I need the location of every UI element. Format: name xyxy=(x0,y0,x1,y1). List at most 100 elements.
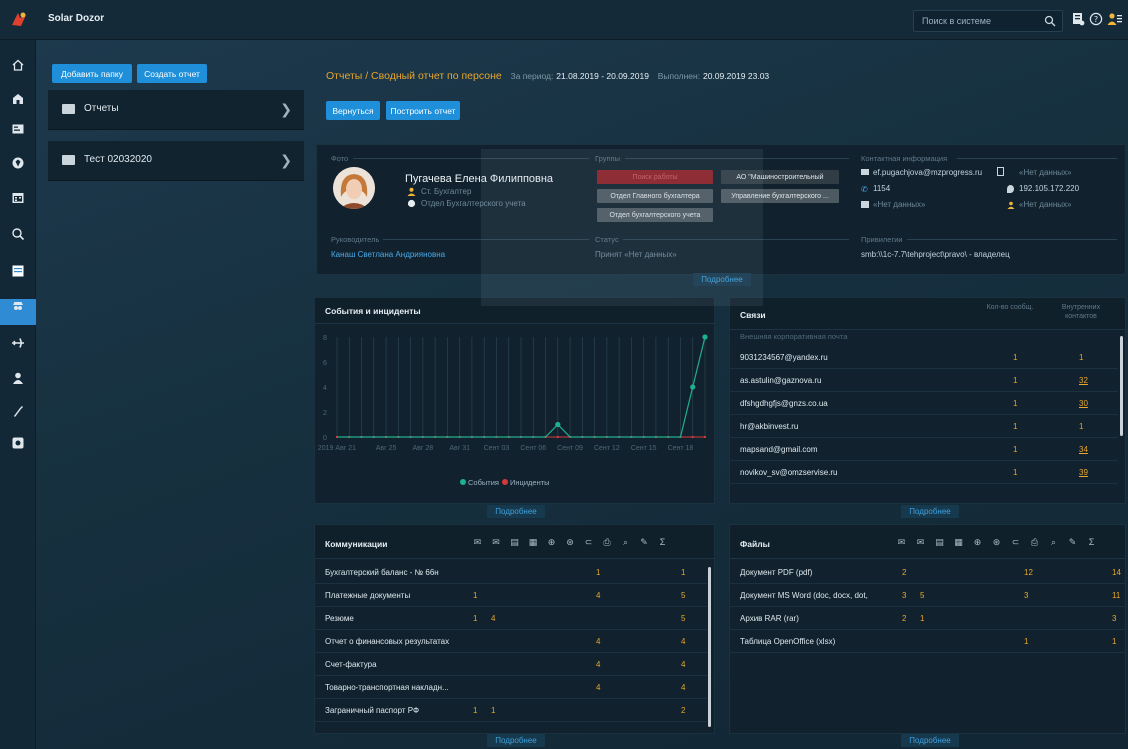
build-report-button[interactable]: Построить отчет xyxy=(386,101,460,120)
links-more-link[interactable]: Подробнее xyxy=(901,505,959,518)
spy-icon[interactable] xyxy=(9,297,27,315)
folder-icon xyxy=(62,104,75,114)
contact-email[interactable]: ef.pugachjova@mzprogress.ru xyxy=(873,168,982,177)
doc-icon[interactable]: ▤ xyxy=(510,538,519,547)
search-icon[interactable] xyxy=(9,225,27,243)
folder-item-test[interactable]: Тест 02032020 ❯ xyxy=(48,141,304,181)
internal-contacts[interactable]: 39 xyxy=(1079,468,1088,477)
plane-icon[interactable] xyxy=(9,334,27,352)
row-count: 4 xyxy=(681,660,686,669)
search-icon[interactable] xyxy=(1044,15,1056,27)
users-icon[interactable] xyxy=(9,369,27,387)
tools-icon[interactable] xyxy=(9,402,27,420)
usb-icon[interactable]: ⊂ xyxy=(1011,538,1020,547)
search-input[interactable]: Поиск в системе xyxy=(913,10,1063,32)
internal-contacts[interactable]: 32 xyxy=(1079,376,1088,385)
table-row[interactable]: dfshgdhgfjs@gnzs.co.ua 1 30 xyxy=(730,392,1118,415)
row-name: Резюме xyxy=(325,614,354,623)
print-icon[interactable]: ▦ xyxy=(954,538,963,547)
row-count: 5 xyxy=(681,591,686,600)
web-icon[interactable]: ⊕ xyxy=(547,538,556,547)
manager-link[interactable]: Канаш Светлана Андрияновна xyxy=(331,250,445,259)
user-menu-icon[interactable] xyxy=(1107,12,1123,28)
row-count: 1 xyxy=(1024,637,1029,646)
table-row[interactable]: Документ MS Word (doc, docx, dot, 3 5 3 11 xyxy=(730,584,1126,607)
table-row[interactable]: Счет-фактура 4 4 xyxy=(315,653,707,676)
edit-icon[interactable]: ✎ xyxy=(1068,538,1077,547)
links-panel: Связи Кол-во сообщ. Внутренних контактов… xyxy=(729,297,1126,504)
table-row[interactable]: mapsand@gmail.com 1 34 xyxy=(730,438,1118,461)
period-label: За период: xyxy=(510,71,554,81)
table-row[interactable]: Таблица OpenOffice (xlsx) 1 1 xyxy=(730,630,1126,653)
folder-item-reports[interactable]: Отчеты ❯ xyxy=(48,90,304,130)
events-more-link[interactable]: Подробнее xyxy=(487,505,545,518)
sum-icon[interactable]: Σ xyxy=(1087,538,1096,547)
edit-icon[interactable]: ✎ xyxy=(640,538,649,547)
printer-icon[interactable]: ⎙ xyxy=(1030,538,1039,547)
calendar-icon[interactable] xyxy=(9,189,27,207)
table-row[interactable]: Платежные документы 1 4 5 xyxy=(315,584,707,607)
app-title: Solar Dozor xyxy=(48,13,105,24)
internal-contacts[interactable]: 30 xyxy=(1079,399,1088,408)
divider xyxy=(907,239,1117,240)
email-icon xyxy=(861,169,869,175)
communications-scrollbar[interactable] xyxy=(708,567,711,727)
notifications-icon[interactable] xyxy=(1071,12,1087,28)
app-logo-icon[interactable] xyxy=(9,9,29,29)
shield-icon[interactable] xyxy=(9,154,27,172)
skype-icon[interactable]: ⊛ xyxy=(566,538,575,547)
files-more-link[interactable]: Подробнее xyxy=(901,734,959,747)
table-row[interactable]: Товарно-транспортная накладн... 4 4 xyxy=(315,676,707,699)
events-chart[interactable]: 0 2 4 6 8 2019 Авг 21 Авг 25 Авг 28 Авг 31 Сент 0… xyxy=(315,325,715,505)
table-row[interactable]: Резюме 1 4 5 xyxy=(315,607,707,630)
divider xyxy=(957,158,1117,159)
row-name: Документ PDF (pdf) xyxy=(740,568,813,577)
links-scrollbar[interactable] xyxy=(1120,336,1123,436)
svg-text:?: ? xyxy=(1094,15,1098,24)
skype-icon[interactable]: ⊛ xyxy=(992,538,1001,547)
phone-device-icon xyxy=(997,167,1004,176)
table-row[interactable]: as.astulin@gaznova.ru 1 32 xyxy=(730,369,1118,392)
usb-icon[interactable]: ⊂ xyxy=(584,538,593,547)
table-row[interactable]: Архив RAR (rar) 2 1 3 xyxy=(730,607,1126,630)
row-count: 1 xyxy=(681,568,686,577)
search-icon[interactable]: ⌕ xyxy=(621,538,630,547)
mail-open-icon[interactable]: ✉ xyxy=(492,538,501,547)
table-row[interactable]: Заграничный паспорт РФ 1 1 2 xyxy=(315,699,707,722)
table-row[interactable]: novikov_sv@omzservise.ru 1 39 xyxy=(730,461,1118,484)
dashboard-icon[interactable] xyxy=(9,90,27,108)
breadcrumb[interactable]: Отчеты / Сводный отчет по персоне xyxy=(326,70,502,82)
folder-icon xyxy=(62,155,75,165)
printer-icon[interactable]: ⎙ xyxy=(603,538,612,547)
table-row[interactable]: 9031234567@yandex.ru 1 1 xyxy=(730,346,1118,369)
doc-icon[interactable]: ▤ xyxy=(935,538,944,547)
add-folder-button[interactable]: Добавить папку xyxy=(52,64,132,83)
table-row[interactable]: Бухгалтерский баланс - № 66н 1 1 xyxy=(315,561,707,584)
settings-icon[interactable] xyxy=(9,434,27,452)
search-icon[interactable]: ⌕ xyxy=(1049,538,1058,547)
table-row[interactable]: Отчет о финансовых результатах 4 4 xyxy=(315,630,707,653)
internal-contacts[interactable]: 34 xyxy=(1079,445,1088,454)
mail-icon[interactable]: ✉ xyxy=(473,538,482,547)
communications-title: Коммуникации xyxy=(325,539,388,549)
policies-icon[interactable] xyxy=(9,120,27,138)
help-icon[interactable]: ? xyxy=(1089,12,1105,28)
home-icon[interactable] xyxy=(9,56,27,74)
table-row[interactable]: Документ PDF (pdf) 2 12 14 xyxy=(730,561,1126,584)
mail-open-icon[interactable]: ✉ xyxy=(916,538,925,547)
data-point-incidents xyxy=(691,436,694,438)
web-icon[interactable]: ⊕ xyxy=(973,538,982,547)
contact-email: hr@akbinvest.ru xyxy=(740,422,799,431)
sum-icon[interactable]: Σ xyxy=(658,538,667,547)
communications-more-link[interactable]: Подробнее xyxy=(487,734,545,747)
message-count: 1 xyxy=(1013,399,1018,408)
mail-icon[interactable]: ✉ xyxy=(897,538,906,547)
create-report-button[interactable]: Создать отчет xyxy=(137,64,207,83)
reports-icon[interactable] xyxy=(9,262,27,280)
print-icon[interactable]: ▦ xyxy=(529,538,538,547)
row-count: 5 xyxy=(920,591,925,600)
row-count: 4 xyxy=(491,614,496,623)
back-button[interactable]: Вернуться xyxy=(326,101,380,120)
table-row[interactable]: hr@akbinvest.ru 1 1 xyxy=(730,415,1118,438)
contact-email: 9031234567@yandex.ru xyxy=(740,353,828,362)
